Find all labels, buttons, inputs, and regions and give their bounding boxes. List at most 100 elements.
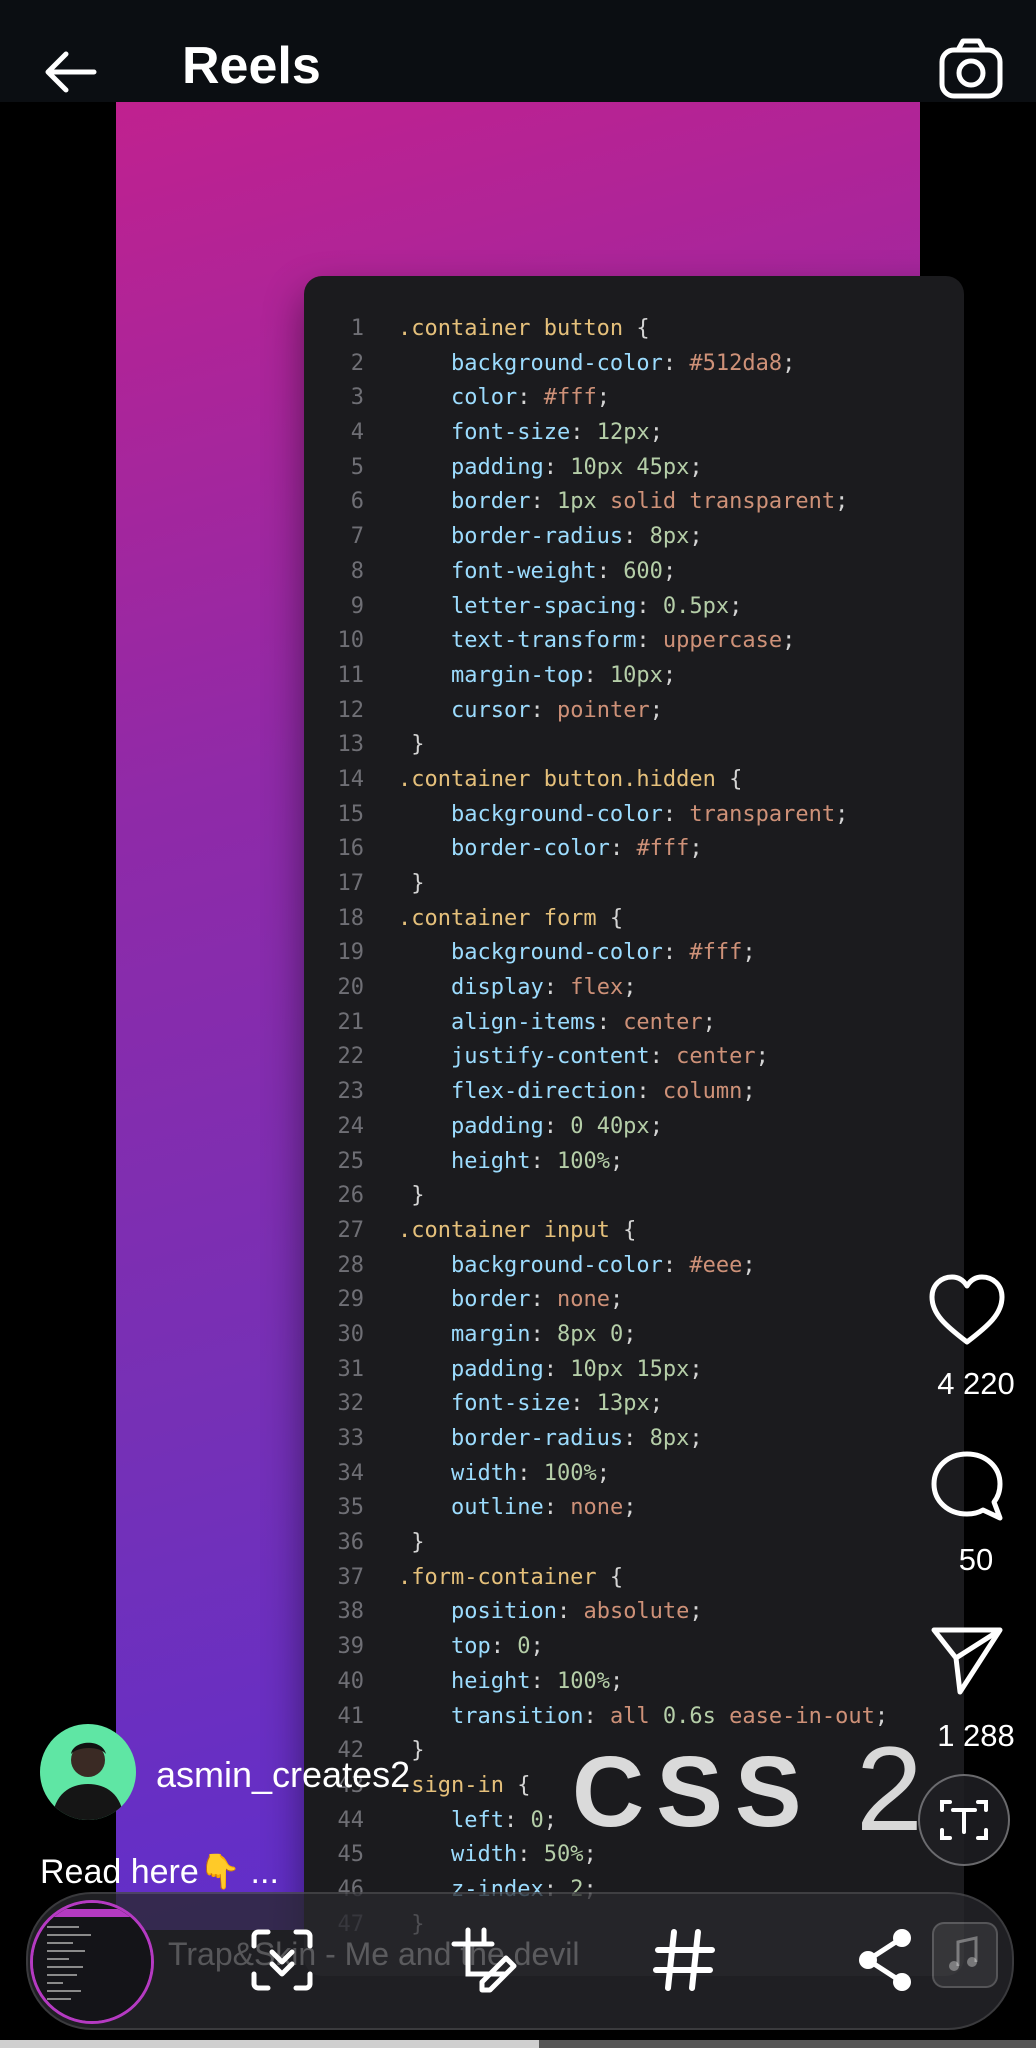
- code-token: 10px 45px: [570, 454, 690, 480]
- code-token: ;: [689, 524, 703, 550]
- code-token: none: [570, 1495, 624, 1521]
- author-username[interactable]: asmin_creates2: [156, 1754, 410, 1796]
- code-text: align-items: center;: [398, 1006, 716, 1041]
- heart-icon[interactable]: [926, 1270, 1008, 1352]
- text-recognition-icon: [940, 1800, 988, 1840]
- code-text: border: 1px solid transparent;: [398, 485, 848, 520]
- code-token: width: [450, 1842, 518, 1868]
- hashtag-icon[interactable]: [648, 1924, 720, 1996]
- code-token: 12px: [596, 420, 650, 446]
- code-token: 8px: [649, 1426, 690, 1451]
- code-token: 1px: [556, 489, 610, 515]
- playback-progress[interactable]: [0, 2040, 1036, 2048]
- code-token: margin: [450, 1321, 531, 1347]
- code-text: font-size: 12px;: [398, 416, 663, 451]
- code-text: height: 100%;: [398, 1145, 623, 1180]
- line-number: 16: [337, 836, 365, 862]
- code-token: position: [450, 1599, 557, 1625]
- music-note-icon: [949, 1936, 978, 1971]
- code-token: 0 40px: [570, 1113, 650, 1139]
- code-token: 13px: [596, 1391, 650, 1417]
- line-number: 32: [337, 1391, 365, 1417]
- code-token: :: [530, 697, 557, 723]
- scan-icon[interactable]: [246, 1924, 318, 1996]
- share-icon[interactable]: [850, 1924, 922, 1996]
- code-token: column: [662, 1079, 743, 1105]
- code-text: left: 0;: [398, 1804, 557, 1839]
- code-token: .container form: [398, 905, 597, 931]
- music-badge[interactable]: [932, 1922, 998, 1988]
- code-token: :: [543, 1113, 571, 1139]
- code-line: 34 width: 100%;: [304, 1457, 964, 1492]
- line-number: 24: [337, 1113, 365, 1139]
- code-line: 31 padding: 10px 15px;: [304, 1353, 964, 1388]
- code-token: 10px: [609, 662, 663, 688]
- code-token: }: [398, 732, 425, 758]
- code-token: top: [450, 1634, 491, 1660]
- code-token: #eee: [689, 1252, 743, 1278]
- code-line: 19 background-color: #fff;: [304, 936, 964, 971]
- code-text: width: 100%;: [398, 1457, 610, 1492]
- text-recognition-button[interactable]: [918, 1774, 1010, 1866]
- code-token: :: [543, 1495, 571, 1521]
- code-text: justify-content: center;: [398, 1040, 769, 1075]
- code-text: display: flex;: [398, 971, 636, 1006]
- line-number: 12: [337, 697, 365, 723]
- camera-icon[interactable]: [938, 36, 1004, 102]
- reel-thumbnail[interactable]: [30, 1900, 154, 2024]
- part-number-text: 2: [856, 1722, 923, 1856]
- comment-bubble-icon[interactable]: [926, 1446, 1008, 1528]
- edit-crop-icon[interactable]: [448, 1924, 520, 1996]
- avatar[interactable]: [40, 1724, 136, 1820]
- code-token: 0: [517, 1634, 531, 1660]
- code-token: :: [662, 801, 690, 827]
- code-token: {: [503, 1772, 531, 1798]
- arrow-left-icon[interactable]: [38, 40, 102, 104]
- code-text: .container form {: [398, 902, 623, 937]
- code-line: 21 align-items: center;: [304, 1006, 964, 1041]
- code-line: 32 font-size: 13px;: [304, 1387, 964, 1422]
- code-token: :: [530, 489, 557, 515]
- line-number: 36: [337, 1530, 365, 1556]
- top-bar: Reels: [0, 0, 1036, 102]
- code-text: background-color: #512da8;: [398, 347, 795, 382]
- code-token: ;: [649, 697, 663, 723]
- code-line: 6 border: 1px solid transparent;: [304, 485, 964, 520]
- code-line: 20 display: flex;: [304, 971, 964, 1006]
- line-number: 4: [350, 420, 364, 446]
- code-token: left: [450, 1807, 504, 1833]
- code-token: ;: [596, 385, 610, 411]
- code-token: :: [517, 1460, 544, 1486]
- code-token: ;: [689, 1426, 703, 1451]
- code-token: {: [596, 905, 624, 931]
- code-token: ;: [662, 558, 677, 584]
- reel-video[interactable]: 1 .container button {2 background-color: …: [116, 102, 964, 1976]
- shares-count: 1 288: [937, 1718, 1015, 1753]
- paper-plane-icon[interactable]: [926, 1620, 1008, 1702]
- code-text: height: 100%;: [398, 1665, 623, 1700]
- code-line: 14 .container button.hidden {: [304, 763, 964, 798]
- code-token: .container button.hidden: [398, 766, 716, 792]
- line-number: 34: [337, 1460, 365, 1486]
- line-number: 28: [337, 1252, 365, 1278]
- code-token: align-items: [450, 1009, 597, 1035]
- avatar-person-icon: [52, 1742, 124, 1820]
- line-number: 29: [337, 1287, 365, 1313]
- reel-caption[interactable]: Read here👇 ...: [40, 1852, 279, 1892]
- code-token: :: [636, 1079, 663, 1105]
- code-line: 27 .container input {: [304, 1214, 964, 1249]
- code-text: .container input {: [398, 1214, 636, 1249]
- code-token: background-color: [450, 801, 663, 827]
